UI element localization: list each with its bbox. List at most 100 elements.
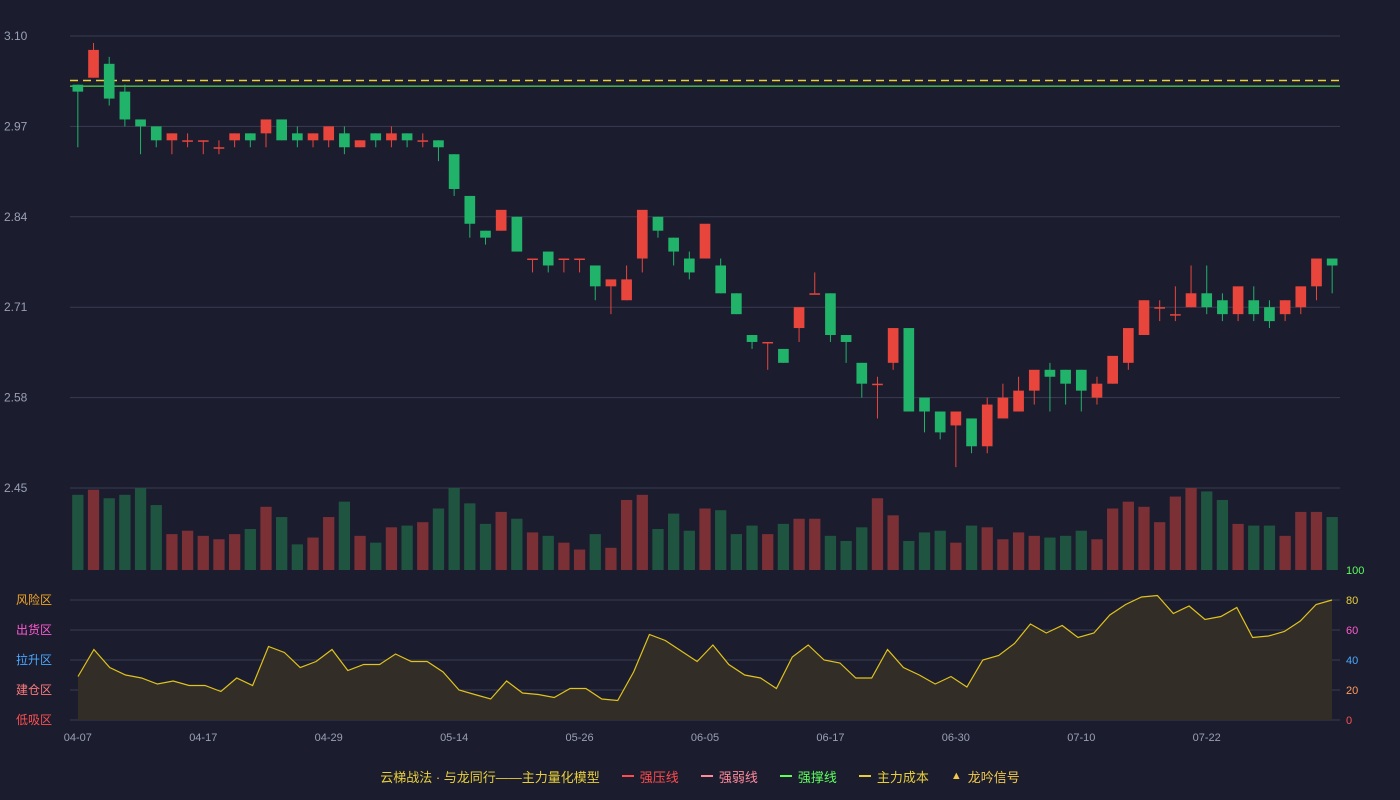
volume-bar: [197, 535, 209, 570]
candle-body: [511, 216, 523, 252]
volume-bar: [856, 527, 868, 570]
volume-bar: [354, 535, 366, 570]
candle-body: [621, 279, 632, 301]
legend-item-main-cost[interactable]: 主力成本: [858, 767, 929, 786]
x-tick-label: 04-17: [189, 732, 217, 744]
volume-bar: [840, 540, 852, 570]
candle-body: [1107, 355, 1118, 384]
volume-bar: [903, 540, 915, 570]
volume-bar: [777, 523, 790, 570]
candle-body: [260, 119, 272, 134]
candle-body: [746, 335, 758, 342]
volume-bar: [228, 534, 241, 570]
candlestick-series: [72, 42, 1338, 468]
volume-bar: [1326, 517, 1338, 570]
osc-tick-label: 60: [1346, 625, 1358, 637]
oscillator-series: [77, 594, 1333, 720]
candle-body: [887, 328, 899, 363]
legend-title-text: 云梯战法 · 与龙同行——主力量化模型: [380, 769, 600, 785]
candle-body: [1154, 307, 1166, 309]
candle-body: [731, 293, 742, 315]
volume-bar: [620, 499, 633, 570]
candle-body: [1028, 369, 1040, 391]
osc-tick-label: 40: [1346, 655, 1358, 667]
volume-bar: [338, 501, 351, 570]
candle-body: [1075, 369, 1087, 391]
candle-body: [840, 335, 852, 342]
osc-zone-label: 建仓区: [16, 683, 52, 697]
volume-bar: [887, 515, 899, 570]
candle-body: [1326, 258, 1338, 266]
candle-body: [88, 49, 99, 78]
osc-tick-label: 80: [1346, 595, 1358, 607]
legend-item-weak-resist[interactable]: 强弱线: [700, 767, 758, 786]
volume-bar: [1059, 535, 1072, 570]
candle-body: [244, 133, 256, 141]
candle-body: [1091, 383, 1103, 398]
candle-body: [1013, 390, 1024, 412]
candle-body: [495, 209, 507, 231]
candle-body: [339, 133, 350, 148]
volume-bar: [276, 517, 288, 570]
osc-tick-label: 20: [1346, 685, 1358, 697]
candle-body: [119, 91, 131, 120]
candle-body: [150, 126, 162, 141]
candle-body: [103, 63, 115, 99]
candle-body: [433, 140, 444, 148]
legend-item-strong-resist[interactable]: 强压线: [621, 767, 679, 786]
candle-body: [1264, 307, 1275, 322]
candle-body: [997, 397, 1009, 419]
legend-item-strong-support[interactable]: 强撑线: [779, 767, 837, 786]
price-tick-label: 2.58: [4, 391, 28, 405]
volume-bar: [213, 539, 225, 570]
candle-body: [1279, 300, 1291, 315]
volume-bar: [1075, 530, 1087, 570]
volume-bar: [511, 518, 523, 570]
price-tick-label: 2.84: [4, 210, 28, 224]
candle-body: [652, 216, 664, 231]
volume-bar: [150, 505, 162, 570]
candle-body: [307, 133, 319, 141]
candle-body: [589, 265, 601, 287]
candle-body: [323, 126, 335, 141]
candle-body: [386, 133, 397, 141]
x-tick-label: 07-10: [1067, 732, 1095, 744]
legend-item-signal[interactable]: ▲ 龙吟信号: [951, 767, 1020, 786]
candle-body: [276, 119, 287, 141]
volume-bar: [103, 498, 115, 570]
volume-bar: [479, 523, 492, 570]
volume-bar: [1201, 491, 1213, 570]
x-tick-label: 07-22: [1193, 732, 1221, 744]
volume-bar: [809, 518, 821, 570]
legend-label: 强压线: [639, 769, 679, 785]
volume-bar: [965, 525, 978, 570]
price-tick-label: 2.97: [4, 119, 28, 133]
legend-title: 云梯战法 · 与龙同行——主力量化模型: [380, 767, 600, 786]
volume-bar: [636, 494, 648, 570]
x-tick-label: 05-26: [565, 732, 593, 744]
candle-body: [919, 397, 930, 412]
candle-body: [793, 307, 805, 329]
candle-body: [1044, 369, 1056, 377]
legend-label: 主力成本: [876, 769, 929, 785]
osc-zone-label: 低吸区: [16, 713, 52, 727]
volume-bar: [72, 494, 84, 570]
volume-bar: [1107, 508, 1119, 570]
candle-body: [558, 258, 570, 261]
candle-body: [464, 195, 476, 224]
candle-body: [354, 140, 366, 148]
candle-body: [668, 237, 679, 252]
horizontal-level-lines: [70, 79, 1340, 87]
volume-bar: [1310, 511, 1323, 570]
strong-resist-swatch-icon: [621, 775, 634, 777]
volume-bar: [1295, 511, 1307, 570]
x-tick-label: 04-29: [315, 732, 343, 744]
volume-bar: [181, 530, 194, 570]
candle-body: [699, 223, 711, 259]
volume-bar: [1279, 535, 1291, 570]
osc-tick-label: 0: [1346, 715, 1352, 727]
candle-body: [166, 133, 178, 141]
volume-bar: [793, 518, 805, 570]
volume-bar: [558, 542, 570, 570]
price-tick-label: 3.10: [4, 29, 28, 43]
